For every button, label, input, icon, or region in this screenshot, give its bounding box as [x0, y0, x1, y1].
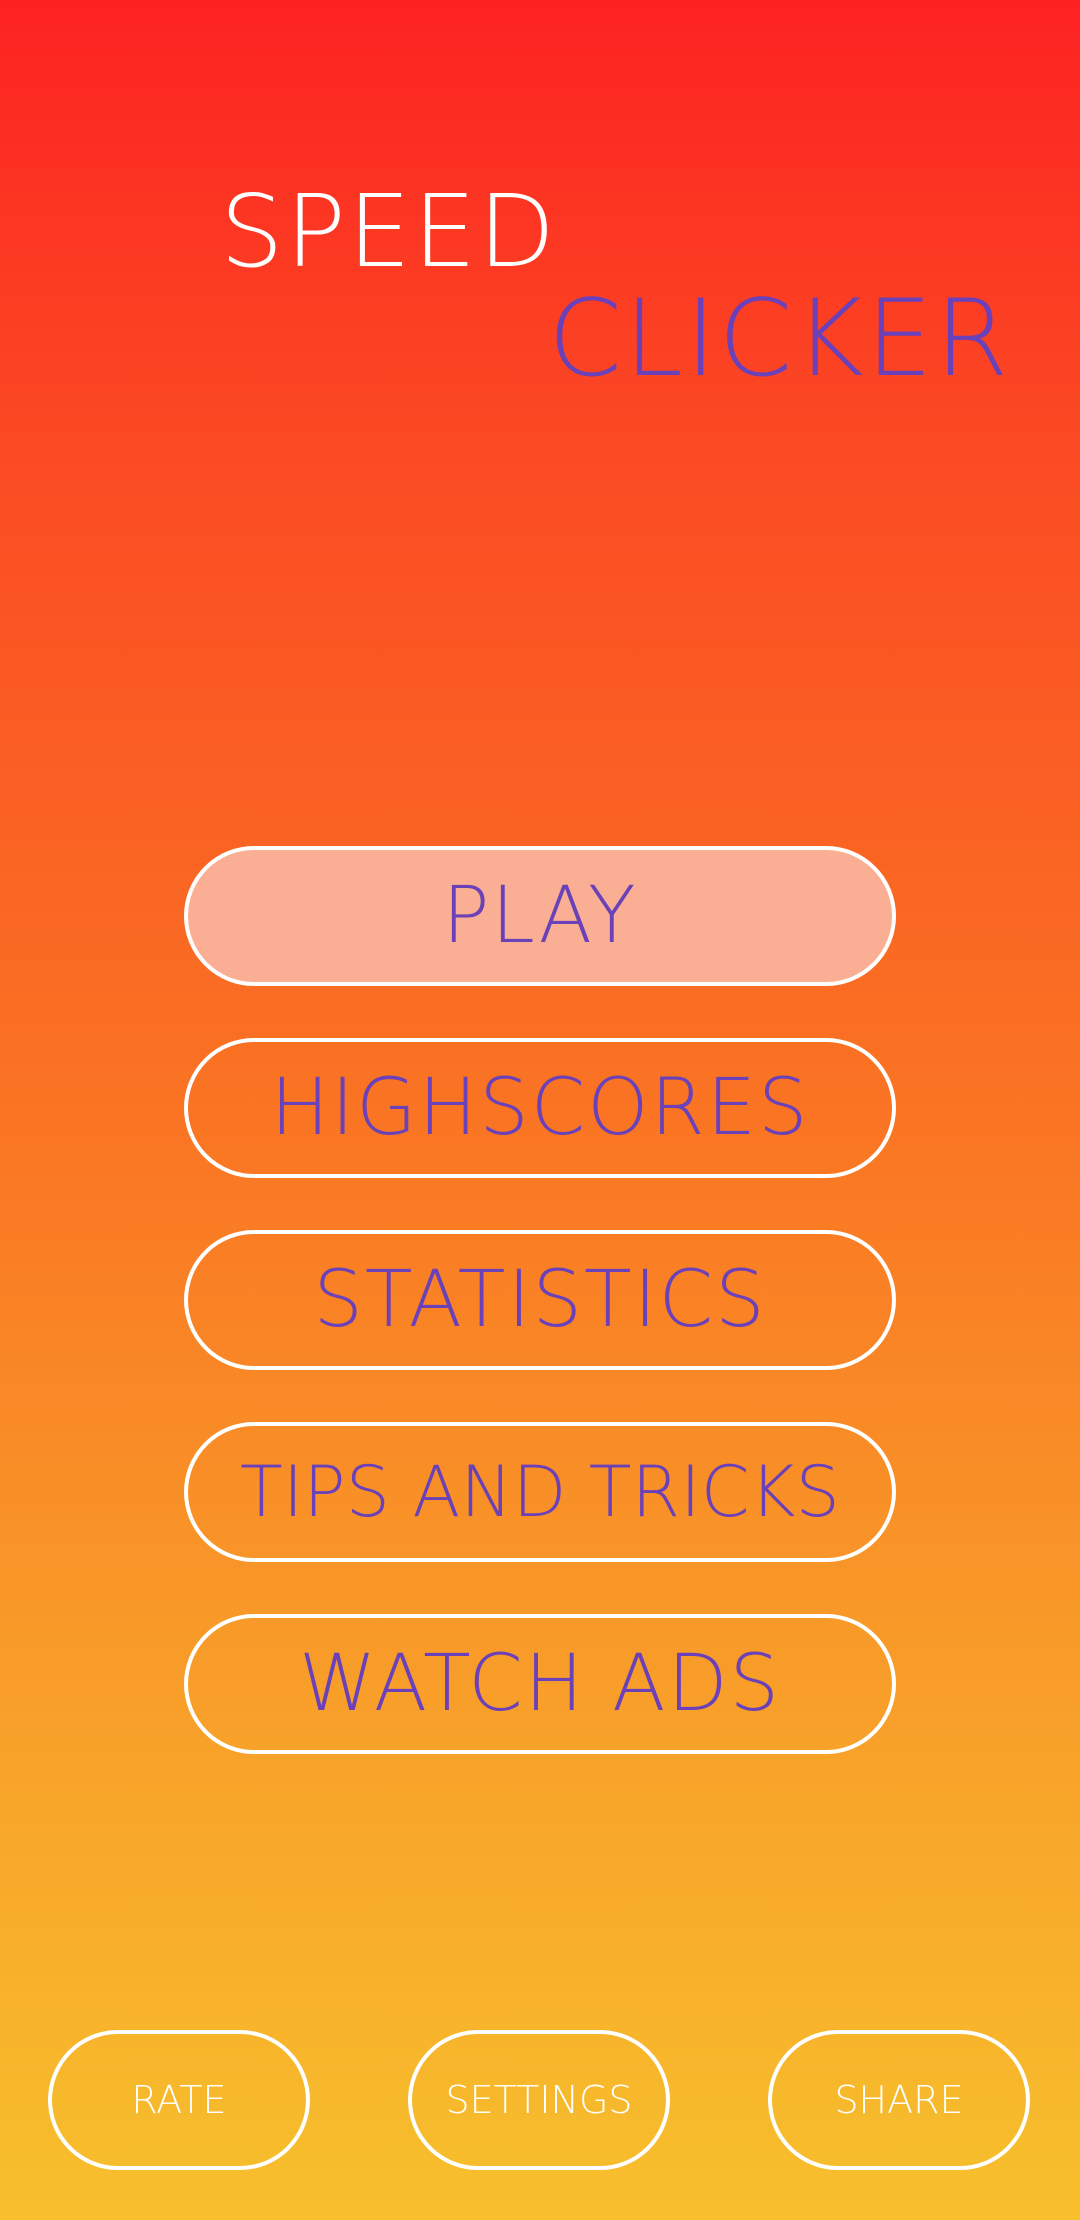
- title-speed: SPEED: [220, 173, 558, 290]
- share-button[interactable]: SHARE: [768, 2030, 1030, 2170]
- title-clicker: CLICKER: [548, 277, 1011, 400]
- statistics-button[interactable]: STATISTICS: [184, 1230, 896, 1370]
- settings-button[interactable]: SETTINGS: [408, 2030, 670, 2170]
- tips-and-tricks-button[interactable]: TIPS AND TRICKS: [184, 1422, 896, 1562]
- watch-ads-button[interactable]: WATCH ADS: [184, 1614, 896, 1754]
- play-button[interactable]: PLAY: [184, 846, 896, 986]
- rate-button[interactable]: RATE: [48, 2030, 310, 2170]
- highscores-button[interactable]: HIGHSCORES: [184, 1038, 896, 1178]
